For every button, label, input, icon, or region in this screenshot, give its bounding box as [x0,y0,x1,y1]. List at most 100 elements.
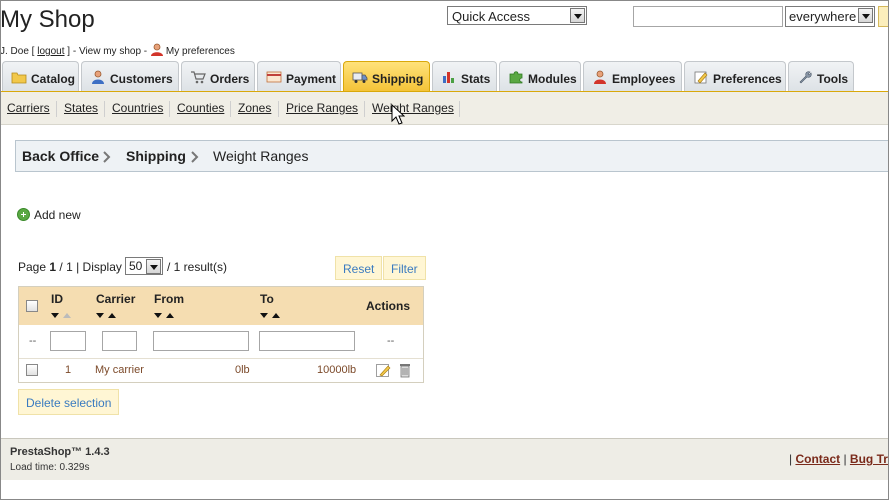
logout-link[interactable]: logout [37,46,64,57]
contact-link[interactable]: Contact [795,452,840,466]
header-carrier: Carrier [96,292,136,306]
add-icon [17,208,30,221]
filter-row: -- -- [19,325,423,359]
footer-load-time: Load time: 0.329s [10,462,90,473]
tab-label: Modules [528,72,577,86]
sort-arrows-icon[interactable] [259,311,281,319]
tab-label: Catalog [31,72,76,86]
sort-arrows-icon[interactable] [153,311,175,319]
wrench-icon [799,71,812,84]
quick-access-select[interactable]: Quick Access [447,6,587,25]
subtab-countries[interactable]: Countries [112,101,163,115]
tab-label: Customers [110,72,173,86]
subtab-carriers[interactable]: Carriers [7,101,50,115]
table-header: ID Carrier From To Actions [19,287,423,325]
filter-to-input[interactable] [259,331,355,351]
customer-icon [92,70,104,84]
view-shop-link[interactable]: View my shop [79,46,141,57]
search-scope-value: everywhere [789,9,857,24]
per-page-value: 50 [129,259,143,273]
tab-modules[interactable]: Modules [499,61,581,91]
person-icon [150,43,163,56]
select-all-checkbox[interactable] [26,300,38,312]
tab-customers[interactable]: Customers [81,61,179,91]
row-checkbox[interactable] [26,364,38,376]
subtab-price-ranges[interactable]: Price Ranges [286,101,358,115]
filter-carrier-input[interactable] [102,331,137,351]
tab-shipping[interactable]: Shipping [343,61,430,91]
truck-icon [352,72,368,83]
cell-carrier: My carrier [95,364,144,376]
filter-placeholder: -- [29,335,37,347]
chevron-down-icon[interactable] [858,8,873,23]
search-input[interactable] [633,6,783,27]
subtab-weight-ranges[interactable]: Weight Ranges [372,101,454,115]
chevron-down-icon[interactable] [146,259,161,274]
breadcrumb: Back Office Shipping Weight Ranges [15,140,889,172]
add-new-label: Add new [34,208,81,222]
tab-payment[interactable]: Payment [257,61,341,91]
sort-arrows-icon[interactable] [50,311,72,319]
user-name: J. Doe [0,46,29,57]
tab-tools[interactable]: Tools [788,61,854,91]
display-label: | Display [76,260,122,274]
trash-icon[interactable] [399,362,411,378]
tab-label: Tools [817,72,849,86]
shop-title: My Shop [0,6,95,33]
stats-icon [443,72,454,83]
chevron-down-icon[interactable] [570,8,585,23]
tab-label: Stats [461,72,491,86]
header-id: ID [51,292,63,306]
breadcrumb-back-office[interactable]: Back Office [22,148,99,164]
current-page: 1 [49,260,57,274]
puzzle-icon [509,71,523,84]
divider [104,101,105,117]
filter-id-input[interactable] [50,331,86,351]
chevron-right-icon [103,151,111,163]
page-label: Page [18,260,47,274]
search-scope-select[interactable]: everywhere [785,6,875,27]
tab-orders[interactable]: Orders [181,61,255,91]
cart-icon [191,71,206,84]
cell-from: 0lb [235,364,250,376]
search-button[interactable] [878,6,889,27]
table-row[interactable]: 1 My carrier 0lb 10000lb [19,359,423,382]
tab-label: Shipping [372,72,424,86]
sort-arrows-icon[interactable] [95,311,117,319]
header-to: To [260,292,274,306]
tab-employees[interactable]: Employees [583,61,682,91]
footer-links: | Contact | Bug Trac [789,452,889,466]
payment-icon [266,71,282,83]
cell-id: 1 [65,364,72,376]
divider [278,101,279,117]
subtab-counties[interactable]: Counties [177,101,224,115]
edit-icon[interactable] [376,363,391,378]
user-line: J. Doe [ logout ] - View my shop - My pr… [0,43,235,57]
header-from: From [154,292,184,306]
per-page-select[interactable]: 50 [125,257,163,275]
breadcrumb-current: Weight Ranges [213,148,309,164]
total-pages: / 1 [59,260,73,274]
tab-stats[interactable]: Stats [432,61,497,91]
cell-to: 10000lb [317,364,357,376]
my-preferences-link[interactable]: My preferences [166,46,235,57]
reset-button[interactable]: Reset [335,256,383,280]
bug-tracker-link[interactable]: Bug Trac [850,452,889,466]
subtab-states[interactable]: States [64,101,98,115]
subtab-zones[interactable]: Zones [238,101,271,115]
breadcrumb-shipping[interactable]: Shipping [126,148,186,164]
delete-selection-button[interactable]: Delete selection [18,389,120,415]
preferences-icon [694,71,708,84]
header-actions: Actions [366,299,411,313]
tab-label: Orders [210,72,250,86]
divider [459,101,460,117]
weight-ranges-table: ID Carrier From To Actions -- -- 1 My ca… [18,286,424,383]
add-new-button[interactable]: Add new [17,208,81,222]
filter-button[interactable]: Filter [383,256,426,280]
tab-preferences[interactable]: Preferences [684,61,786,91]
divider [364,101,365,117]
filter-from-input[interactable] [153,331,249,351]
tab-catalog[interactable]: Catalog [2,61,79,91]
pagination-info: Page 1 / 1 | Display [18,260,122,274]
chevron-right-icon [191,151,199,163]
